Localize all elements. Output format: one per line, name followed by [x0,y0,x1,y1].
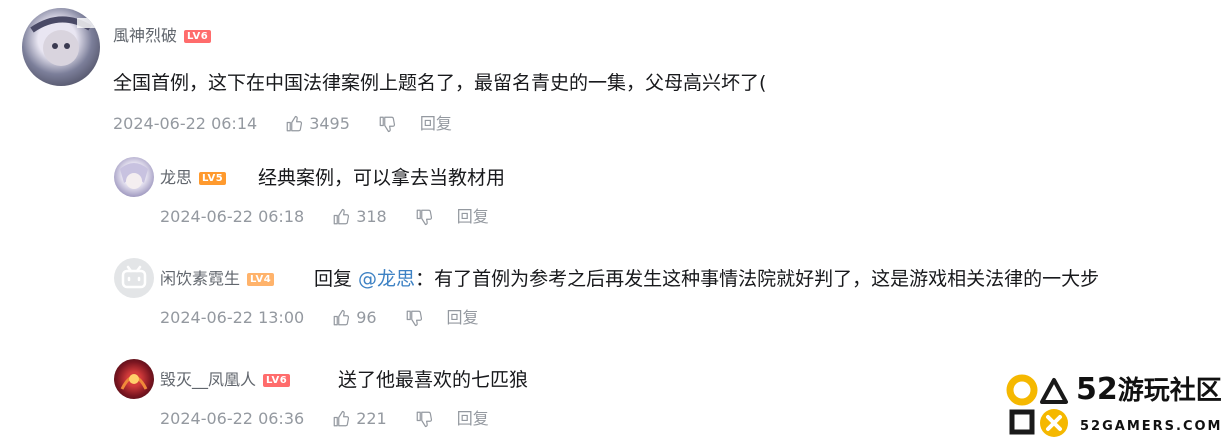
watermark-number: 52 [1076,372,1118,407]
dislike-icon[interactable] [378,115,396,133]
timestamp: 2024-06-22 06:36 [160,409,305,428]
reply-button[interactable]: 回复 [457,207,489,227]
mention-link[interactable]: @龙思 [358,268,415,290]
comment-content: 全国首例，这下在中国法律案例上题名了，最留名青史的一集，父母高兴坏了( [113,72,767,94]
avatar[interactable] [114,157,154,197]
reply-button[interactable]: 回复 [457,409,489,429]
username[interactable]: 毁灭__凤凰人 LV6 [160,370,291,390]
reply-prefix: 回复 [314,268,359,290]
reply-button[interactable]: 回复 [447,308,479,328]
reply-text: ：有了首例为参考之后再发生这种事情法院就好判了，这是游戏相关法律的一大步 [415,268,1100,290]
dislike-icon[interactable] [405,309,423,327]
username[interactable]: 龙思 LV5 [160,168,227,188]
dislike-icon[interactable] [415,410,433,428]
avatar[interactable] [114,359,154,399]
level-badge: LV6 [263,374,291,387]
comment-content: 回复 @龙思：有了首例为参考之后再发生这种事情法院就好判了，这是游戏相关法律的一… [314,267,1099,291]
timestamp: 2024-06-22 06:14 [113,114,258,133]
like-count: 221 [356,409,387,428]
like-icon[interactable] [332,410,350,428]
comment-meta: 2024-06-22 06:36 221 回复 [160,409,489,429]
dislike-icon[interactable] [415,208,433,226]
like-icon[interactable] [285,115,303,133]
gamepad-symbols-logo [1006,374,1068,437]
timestamp: 2024-06-22 13:00 [160,308,305,327]
watermark-title: 52游玩社区 [1076,373,1222,408]
reply-button[interactable]: 回复 [420,114,452,134]
like-icon[interactable] [332,309,350,327]
watermark-name: 游玩社区 [1117,376,1222,406]
username-text[interactable]: 毁灭__凤凰人 [160,370,256,389]
level-badge: LV4 [247,273,275,286]
like-count: 3495 [309,114,350,133]
default-avatar[interactable] [114,258,154,298]
username[interactable]: 風神烈破 LV6 [113,26,212,46]
username[interactable]: 闲饮素霓生 LV4 [160,269,275,289]
comment-meta: 2024-06-22 06:18 318 回复 [160,207,489,227]
like-count: 318 [356,207,387,226]
username-text[interactable]: 龙思 [160,168,192,187]
comment-content: 送了他最喜欢的七匹狼 [338,369,529,391]
comment-meta: 2024-06-22 06:14 3495 回复 [113,114,452,134]
like-count: 96 [356,308,377,327]
comment-content: 经典案例，可以拿去当教材用 [258,167,506,189]
watermark-url: 52GAMERS.COM [1080,419,1223,434]
watermark: 52游玩社区 52GAMERS.COM [1006,372,1224,445]
timestamp: 2024-06-22 06:18 [160,207,305,226]
comment-meta: 2024-06-22 13:00 96 回复 [160,308,479,328]
level-badge: LV6 [184,30,212,43]
username-text[interactable]: 風神烈破 [113,26,177,45]
like-icon[interactable] [332,208,350,226]
avatar[interactable] [22,8,100,86]
level-badge: LV5 [199,172,227,185]
username-text[interactable]: 闲饮素霓生 [160,269,240,288]
